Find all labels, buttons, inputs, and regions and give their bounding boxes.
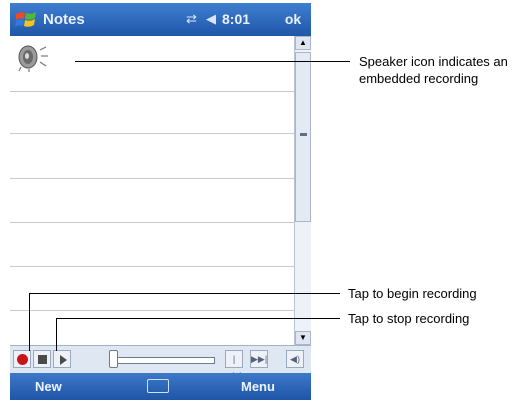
stop-callout: Tap to stop recording bbox=[348, 311, 470, 326]
volume-icon[interactable]: ◀ bbox=[206, 11, 216, 27]
play-icon bbox=[60, 355, 67, 365]
menu-bar: New Menu bbox=[10, 373, 311, 400]
stop-button[interactable] bbox=[33, 350, 51, 368]
keyboard-icon[interactable] bbox=[147, 379, 169, 393]
speaker-leader-line bbox=[75, 61, 350, 62]
speaker-callout: Speaker icon indicates an embedded recor… bbox=[359, 54, 508, 86]
connectivity-icon[interactable]: ⇄ bbox=[186, 11, 197, 27]
volume-button[interactable]: ◀) bbox=[286, 350, 304, 368]
position-slider[interactable] bbox=[109, 350, 118, 368]
scroll-thumb[interactable] bbox=[295, 52, 311, 222]
vertical-scrollbar[interactable]: ▲ ▼ bbox=[294, 36, 311, 345]
stop-leader-line bbox=[56, 318, 340, 319]
record-leader-line bbox=[29, 293, 340, 294]
ok-button[interactable]: ok bbox=[278, 8, 308, 30]
scroll-down-arrow-icon[interactable]: ▼ bbox=[295, 331, 311, 345]
speaker-volume-icon: ◀) bbox=[290, 354, 300, 364]
position-track[interactable] bbox=[111, 357, 215, 364]
record-icon bbox=[17, 354, 28, 365]
stop-leader-drop bbox=[56, 318, 57, 351]
note-area[interactable] bbox=[10, 36, 294, 345]
ruled-line bbox=[10, 222, 294, 223]
ruled-line bbox=[10, 266, 294, 267]
record-leader-drop bbox=[29, 293, 30, 351]
windows-flag-icon[interactable] bbox=[14, 8, 38, 32]
ruled-line bbox=[10, 91, 294, 92]
menu-button[interactable]: Menu bbox=[241, 379, 275, 394]
speaker-icon[interactable] bbox=[15, 44, 49, 72]
play-button[interactable] bbox=[53, 350, 71, 368]
scroll-up-arrow-icon[interactable]: ▲ bbox=[295, 36, 311, 50]
stop-icon bbox=[38, 355, 47, 364]
skip-back-button[interactable]: |◀◀ bbox=[225, 350, 243, 380]
ruled-line bbox=[10, 178, 294, 179]
skip-forward-icon: ▶▶| bbox=[251, 354, 268, 364]
thumb-grip bbox=[300, 133, 307, 136]
ruled-line bbox=[10, 310, 294, 311]
record-button[interactable] bbox=[13, 350, 31, 368]
skip-forward-button[interactable]: ▶▶| bbox=[250, 350, 268, 368]
ruled-line bbox=[10, 133, 294, 134]
title-bar: Notes ⇄ ◀ 8:01 ok bbox=[10, 3, 311, 36]
new-menu-button[interactable]: New bbox=[35, 379, 62, 394]
record-callout: Tap to begin recording bbox=[348, 286, 477, 301]
app-title: Notes bbox=[43, 11, 85, 28]
clock[interactable]: 8:01 bbox=[222, 11, 250, 27]
